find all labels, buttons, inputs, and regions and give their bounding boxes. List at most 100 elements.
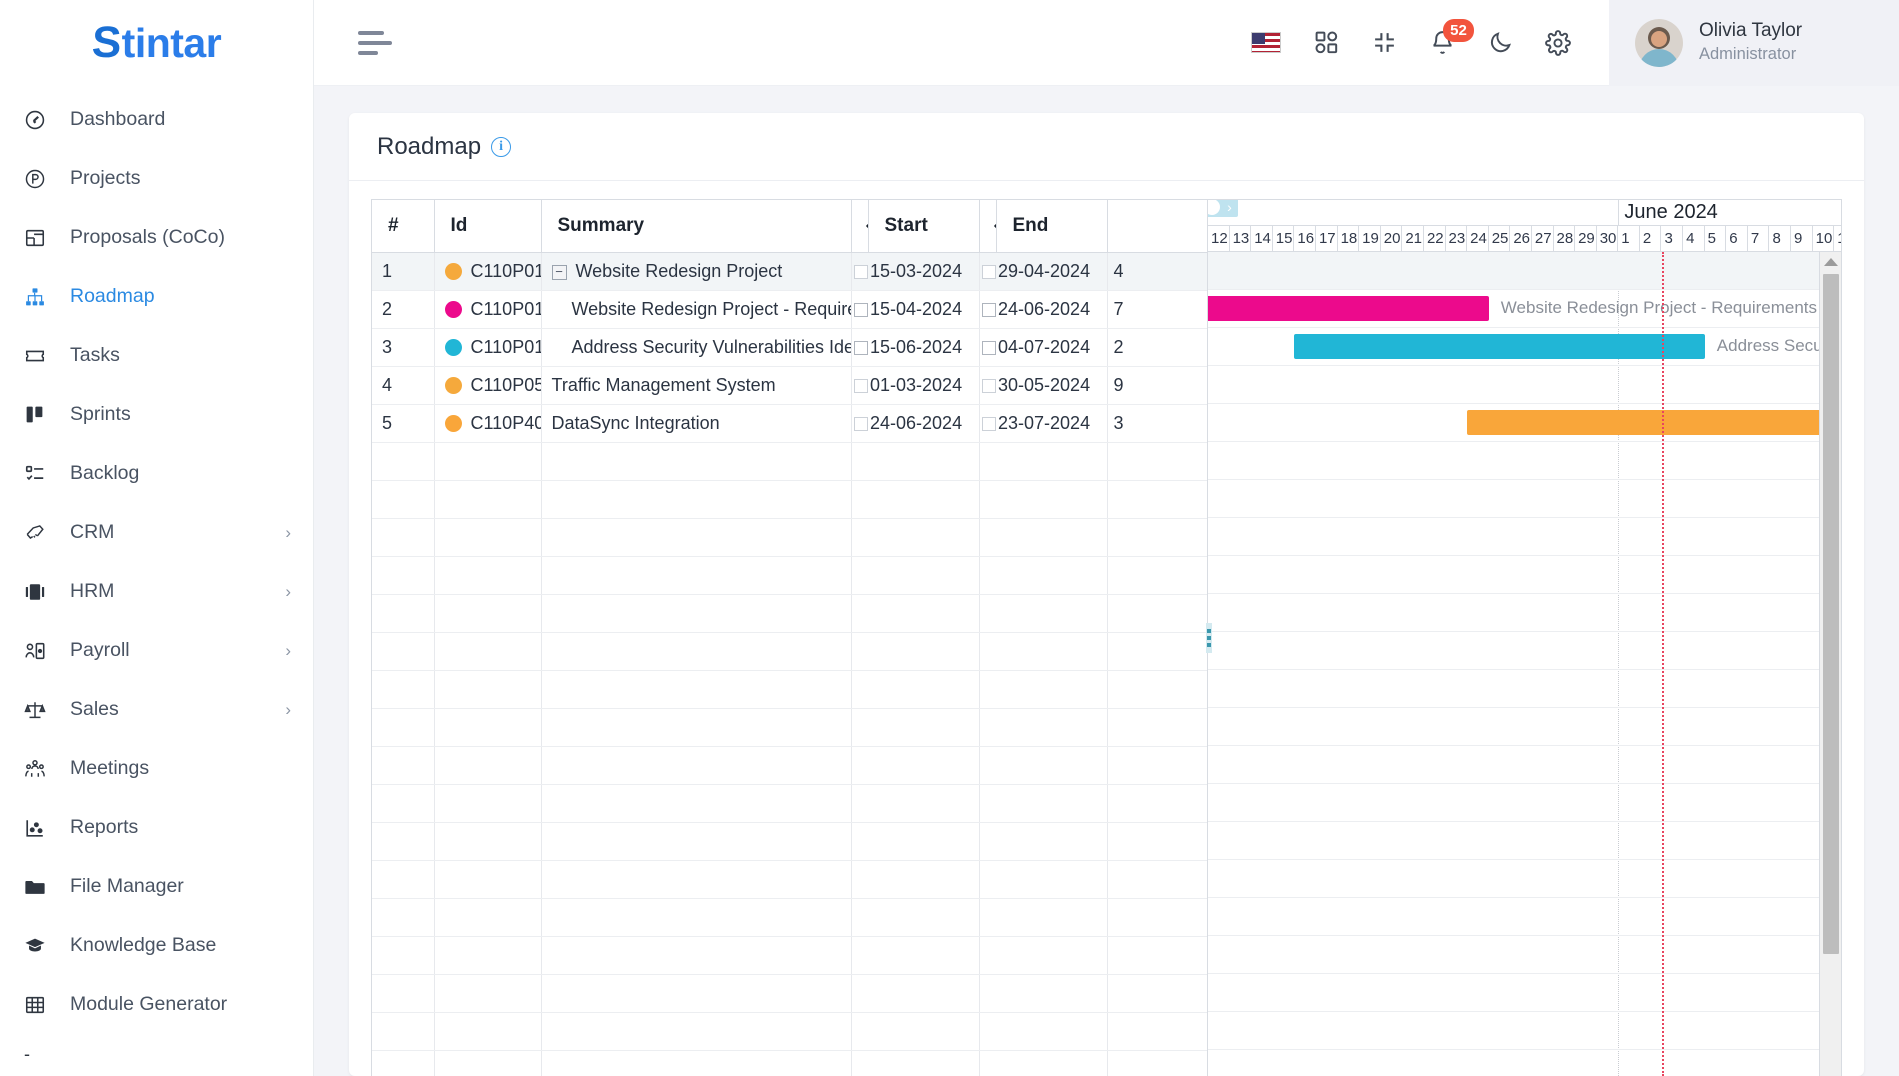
timeline-day-cell: 10 xyxy=(1813,226,1835,251)
checkbox-icon[interactable] xyxy=(853,378,868,393)
timeline-day-cell: 17 xyxy=(1316,226,1338,251)
col-header-num[interactable]: # xyxy=(372,200,435,253)
table-row-empty xyxy=(372,594,1207,633)
fullscreen-exit-icon[interactable] xyxy=(1355,14,1413,72)
sidebar-item-sprints[interactable]: Sprints xyxy=(0,385,313,444)
timeline-day-cell: 29 xyxy=(1575,226,1597,251)
timeline-row[interactable] xyxy=(1208,404,1841,442)
cell-end-checkbox[interactable] xyxy=(979,290,996,329)
chevron-right-icon[interactable]: › xyxy=(285,701,291,718)
sidebar-item-crm[interactable]: CRM › xyxy=(0,503,313,562)
timeline-scroll-knob[interactable] xyxy=(1208,200,1220,215)
user-role: Administrator xyxy=(1699,45,1797,64)
cell-start-checkbox[interactable] xyxy=(851,404,868,443)
dark-mode-moon-icon[interactable] xyxy=(1471,14,1529,72)
scrollbar-thumb[interactable] xyxy=(1823,274,1839,954)
sidebar-item-proposals-coco[interactable]: Proposals (CoCo) xyxy=(0,208,313,267)
table-row[interactable]: 3 C110P01-I30 Address Security Vulnerabili… xyxy=(372,328,1207,367)
info-icon[interactable]: i xyxy=(491,136,512,157)
col-header-start[interactable]: Start xyxy=(868,200,980,253)
apps-grid-icon[interactable] xyxy=(1297,14,1355,72)
settings-gear-icon[interactable] xyxy=(1529,14,1587,72)
cell-progress: 2 xyxy=(1107,328,1207,367)
sidebar-item-dashboard[interactable]: Dashboard xyxy=(0,90,313,149)
chevron-right-icon[interactable]: › xyxy=(285,583,291,600)
sidebar-item-label: Payroll xyxy=(70,639,130,661)
table-row-empty xyxy=(372,1050,1207,1076)
sidebar-item-partial[interactable]: - xyxy=(0,1034,313,1074)
sidebar-item-payroll[interactable]: Payroll › xyxy=(0,621,313,680)
timeline-vertical-scrollbar[interactable] xyxy=(1819,252,1841,1076)
checkbox-icon[interactable] xyxy=(853,264,868,279)
timeline-day-cell: 18 xyxy=(1338,226,1360,251)
timeline-row-empty xyxy=(1208,632,1841,670)
timeline-row[interactable] xyxy=(1208,252,1841,290)
gantt-bar[interactable] xyxy=(1294,334,1705,359)
cell-progress: 7 xyxy=(1107,290,1207,329)
checkbox-icon[interactable] xyxy=(981,378,996,393)
table-row[interactable]: 4 C110P05 Traffic Management System 01-03-2… xyxy=(372,366,1207,405)
timeline-next-button[interactable]: › xyxy=(1221,200,1238,217)
timeline-day-cell: 1 xyxy=(1618,226,1640,251)
timeline-row[interactable]: Website Redesign Project - Requirements … xyxy=(1208,290,1841,328)
col-header-progress[interactable] xyxy=(1107,200,1207,253)
cell-start-checkbox[interactable] xyxy=(851,252,868,291)
sidebar-item-backlog[interactable]: Backlog xyxy=(0,444,313,503)
sidebar-item-label: Dashboard xyxy=(70,108,166,130)
cell-end-checkbox[interactable] xyxy=(979,252,996,291)
sidebar-item-label: Reports xyxy=(70,816,139,838)
checkbox-icon[interactable] xyxy=(853,340,868,355)
cell-end-checkbox[interactable] xyxy=(979,404,996,443)
sidebar-item-module-generator[interactable]: Module Generator xyxy=(0,975,313,1034)
table-row[interactable]: 1 C110P01− Website Redesign Project 15-03-2… xyxy=(372,252,1207,291)
sidebar-item-reports[interactable]: Reports xyxy=(0,798,313,857)
sidebar-item-projects[interactable]: Projects xyxy=(0,149,313,208)
cell-start-checkbox[interactable] xyxy=(851,328,868,367)
gantt-bar[interactable] xyxy=(1467,410,1841,435)
col-header-end-marker[interactable] xyxy=(979,200,997,253)
sidebar-item-roadmap[interactable]: Roadmap xyxy=(0,267,313,326)
cell-end-checkbox[interactable] xyxy=(979,366,996,405)
timeline-day-cell: 21 xyxy=(1402,226,1424,251)
sidebar-item-tasks[interactable]: Tasks xyxy=(0,326,313,385)
cell-start-checkbox[interactable] xyxy=(851,290,868,329)
checkbox-icon[interactable] xyxy=(981,264,996,279)
col-header-id[interactable]: Id xyxy=(434,200,542,253)
sidebar-item-meetings[interactable]: Meetings xyxy=(0,739,313,798)
language-flag-usa-icon[interactable] xyxy=(1235,14,1297,72)
cell-id: C110P40 xyxy=(434,404,542,443)
pane-splitter[interactable] xyxy=(1206,200,1212,1076)
table-row[interactable]: 5 C110P40 DataSync Integration 24-06-2024 23… xyxy=(372,404,1207,443)
chevron-right-icon[interactable]: › xyxy=(285,524,291,541)
checkbox-icon[interactable] xyxy=(853,416,868,431)
sidebar-item-sales[interactable]: Sales › xyxy=(0,680,313,739)
timeline-row[interactable] xyxy=(1208,366,1841,404)
gantt-bar[interactable] xyxy=(1208,296,1489,321)
sidebar-item-file-manager[interactable]: File Manager xyxy=(0,857,313,916)
sidebar-item-knowledge-base[interactable]: Knowledge Base xyxy=(0,916,313,975)
brand-logo[interactable]: Stintar xyxy=(0,0,313,86)
col-header-summary[interactable]: Summary xyxy=(541,200,852,253)
table-row-empty xyxy=(372,898,1207,937)
table-row[interactable]: 2 C110P01-I19 Website Redesign Project - R… xyxy=(372,290,1207,329)
cell-end-checkbox[interactable] xyxy=(979,328,996,367)
chevron-right-icon[interactable]: › xyxy=(285,642,291,659)
cell-start-checkbox[interactable] xyxy=(851,366,868,405)
cell-start: 01-03-2024 xyxy=(868,366,980,405)
sidebar-item-hrm[interactable]: HRM › xyxy=(0,562,313,621)
cell-start: 15-03-2024 xyxy=(868,252,980,291)
checkbox-icon[interactable] xyxy=(981,340,996,355)
checkbox-icon[interactable] xyxy=(853,302,868,317)
timeline-row[interactable]: Address Security Vulner xyxy=(1208,328,1841,366)
timeline-day-cell: 8 xyxy=(1769,226,1792,251)
handshake-icon xyxy=(24,521,54,545)
notifications-bell-icon[interactable]: 52 xyxy=(1413,14,1474,72)
user-menu[interactable]: Olivia Taylor Administrator xyxy=(1609,0,1899,86)
checkbox-icon[interactable] xyxy=(981,302,996,317)
scroll-up-arrow-icon[interactable] xyxy=(1823,258,1838,266)
col-header-end[interactable]: End xyxy=(996,200,1108,253)
checkbox-icon[interactable] xyxy=(981,416,996,431)
hamburger-icon[interactable] xyxy=(358,29,392,57)
collapse-toggle-icon[interactable]: − xyxy=(551,264,567,280)
col-header-start-marker[interactable] xyxy=(851,200,869,253)
